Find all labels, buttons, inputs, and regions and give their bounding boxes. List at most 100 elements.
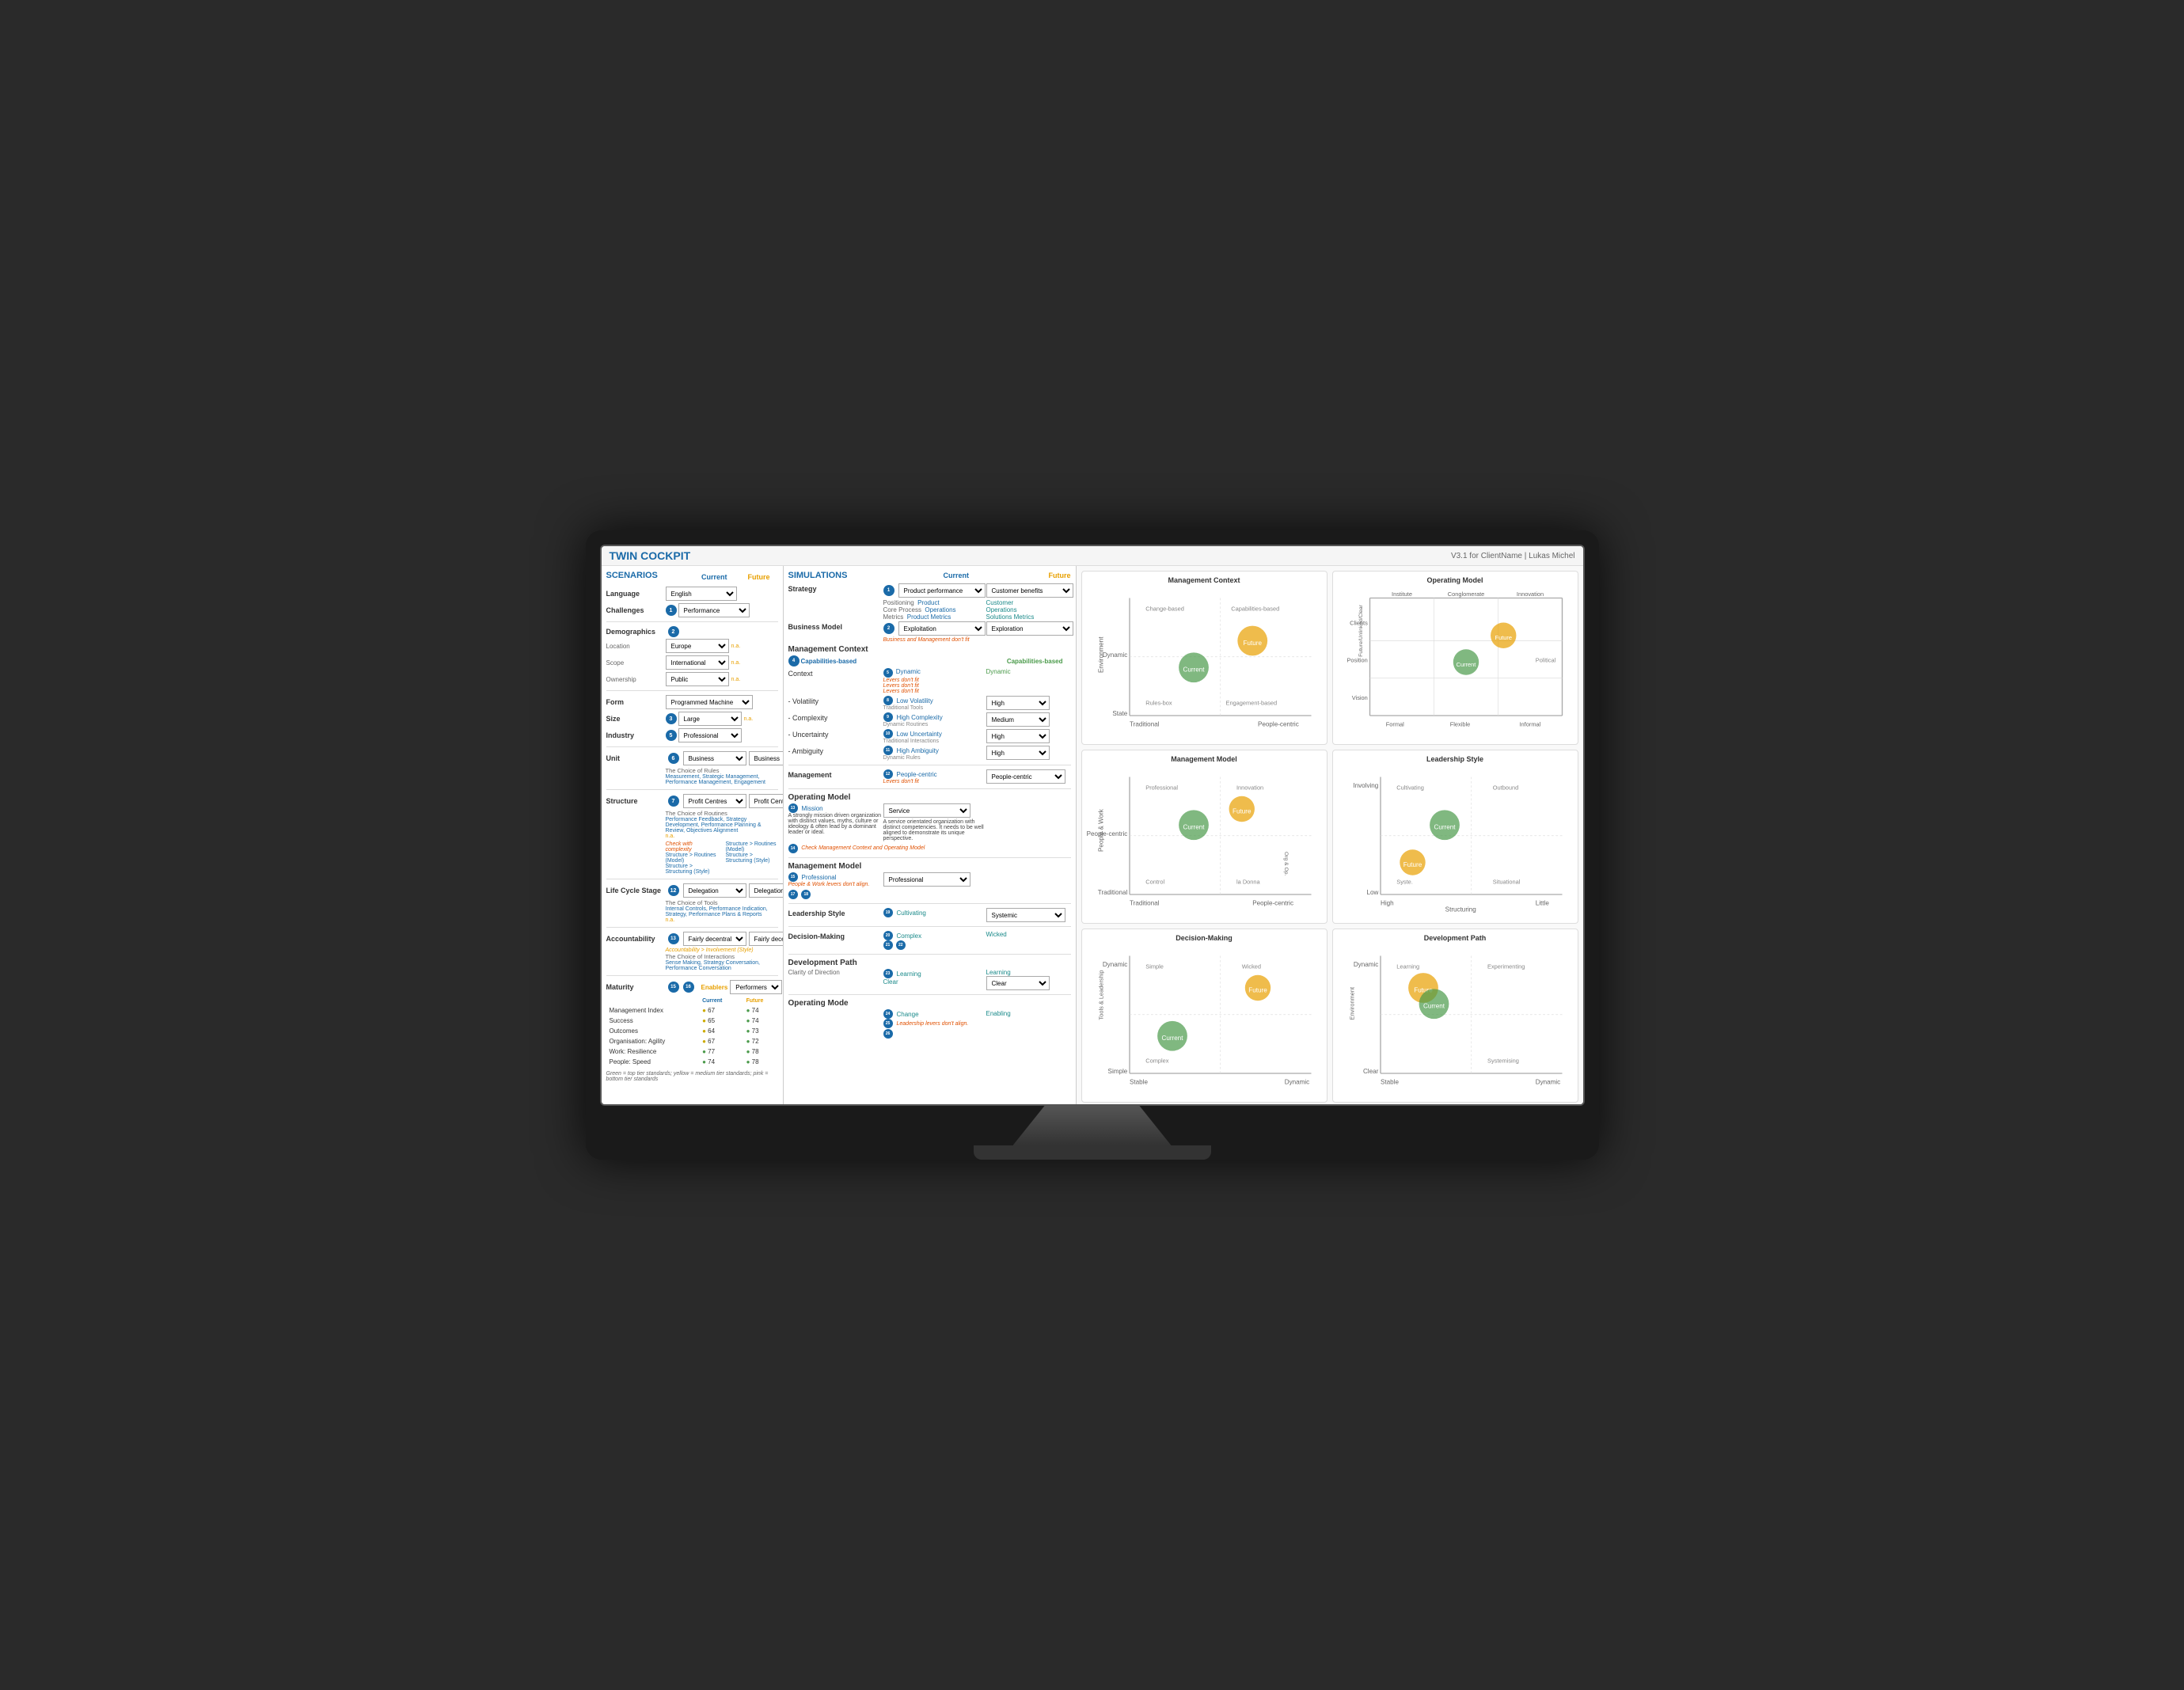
svg-text:Professional: Professional — [1145, 784, 1178, 792]
svg-text:Current: Current — [1423, 1003, 1445, 1010]
maturity-row-2: Outcomes ● 64 ● 73 — [608, 1027, 777, 1035]
strategy-row: Strategy 1 Product performance C — [788, 583, 1071, 598]
leadership-future-select[interactable]: Systemic — [986, 908, 1065, 922]
form-select[interactable]: Programmed Machine — [666, 695, 753, 709]
svg-text:People-centric: People-centric — [1252, 900, 1293, 907]
scenarios-title: SCENARIOS — [606, 571, 658, 580]
mgmt-model-badge17: 17 — [788, 890, 798, 899]
complexity-badge: 9 — [883, 712, 893, 722]
decision-making-chart: Decision-Making Dynamic Simple Stable Dy… — [1081, 929, 1327, 1103]
dev-path-chart-title: Development Path — [1338, 934, 1573, 942]
operating-model-future-select[interactable]: Service — [883, 803, 970, 818]
svg-text:Syste.: Syste. — [1396, 879, 1413, 886]
check11-future: Structure > Structuring (Style) — [726, 853, 778, 864]
demographics-label: Demographics — [606, 628, 666, 636]
svg-text:Formal: Formal — [1385, 721, 1403, 728]
maturity-row-5: People: Speed ● 74 ● 78 — [608, 1058, 777, 1066]
maturity-section: Maturity 15 16 Enablers Performers Cur — [606, 980, 778, 1082]
maturity-row-4: Work: Resilience ● 77 ● 78 — [608, 1047, 777, 1056]
unit-future-select[interactable]: Business — [749, 751, 784, 765]
business-model-future-select[interactable]: Exploration — [986, 621, 1073, 636]
unit-current-select[interactable]: Business — [683, 751, 746, 765]
location-row: Location Europe n.a. — [606, 639, 778, 653]
svg-text:High: High — [1381, 900, 1394, 907]
management-model-future-select[interactable]: Professional — [883, 872, 970, 887]
maturity-future-select[interactable]: Performers — [730, 980, 782, 994]
management-model-group: Management Model — [788, 862, 1071, 871]
check10: Structure > Routines (Model) — [666, 853, 718, 864]
management-model-chart: Management Model People-centric Traditio… — [1081, 750, 1327, 924]
industry-select[interactable]: Professional — [678, 728, 742, 742]
svg-text:Situational: Situational — [1492, 879, 1520, 886]
svg-text:Dynamic: Dynamic — [1353, 961, 1377, 968]
simulations-panel: SIMULATIONS Current Future Strategy 1 — [784, 566, 1077, 1104]
uncertainty-future-select[interactable]: High — [986, 729, 1050, 743]
management-levers-warn: Levers don't fit — [883, 779, 986, 784]
structure-badge: 7 — [668, 796, 679, 807]
svg-text:Capabilities-based: Capabilities-based — [1231, 606, 1279, 613]
svg-text:Dynamic: Dynamic — [1535, 1079, 1559, 1086]
development-path-svg: Dynamic Clear Stable Dynamic Environment… — [1338, 945, 1573, 1095]
lifecycle-label: Life Cycle Stage — [606, 887, 666, 894]
accountability-badge13: 13 — [668, 933, 679, 944]
structure-current-select[interactable]: Profit Centres — [683, 794, 746, 808]
size-label: Size — [606, 715, 666, 723]
svg-text:la Donna: la Donna — [1236, 879, 1261, 886]
management-future-select[interactable]: People-centric — [986, 769, 1065, 784]
ambiguity-future-select[interactable]: High — [986, 746, 1050, 760]
svg-text:Current: Current — [1456, 661, 1476, 668]
svg-text:Stable: Stable — [1381, 1079, 1399, 1086]
mgmt-context-current-val: Capabilities-based — [801, 658, 857, 665]
complexity-future-select[interactable]: Medium — [986, 712, 1050, 727]
strategy-future-select[interactable]: Customer benefits — [986, 583, 1073, 598]
dev-path-row: Clarity of Direction 23 Learning Clear L… — [788, 969, 1071, 990]
lifecycle-badge: 12 — [668, 885, 679, 896]
sim-col-future: Future — [1049, 572, 1071, 579]
leadership-row: Leadership Style 19 Cultivating Systemic — [788, 908, 1071, 922]
dev-path-future-select[interactable]: Clear — [986, 976, 1050, 990]
unit-section: Unit 6 Business Business Th — [606, 751, 778, 785]
scope-select[interactable]: International — [666, 655, 729, 670]
mgmt-context-group: Management Context — [788, 645, 1071, 654]
business-model-current-select[interactable]: Exploitation — [898, 621, 986, 636]
svg-text:Informal: Informal — [1519, 721, 1540, 728]
lifecycle-current-select[interactable]: Delegation — [683, 883, 746, 898]
volatility-future-select[interactable]: High — [986, 696, 1050, 710]
maturity-label: Maturity — [606, 983, 666, 991]
dev-path-group: Development Path — [788, 959, 1071, 967]
business-model-row: Business Model 2 Exploitation Ex — [788, 621, 1071, 636]
charts-panel: Management Context Dynamic State Tr — [1077, 566, 1583, 1104]
op-model-chart-title: Operating Model — [1338, 576, 1573, 584]
unit-badge: 6 — [668, 753, 679, 764]
maturity-row-0: Management Index ● 67 ● 74 — [608, 1006, 777, 1015]
location-select[interactable]: Europe — [666, 639, 729, 653]
leadership-style-svg: Involving Low High Little Cultivating Ou… — [1338, 766, 1573, 916]
lifecycle-future-select[interactable]: Delegation — [749, 883, 784, 898]
svg-text:Future: Future — [1243, 640, 1262, 647]
svg-text:Experimenting: Experimenting — [1487, 963, 1525, 970]
challenges-select[interactable]: Performance — [678, 603, 750, 617]
context-future: Dynamic — [986, 668, 1011, 675]
size-select[interactable]: Large — [678, 712, 742, 726]
maturity-row-3: Organisation: Agility ● 67 ● 72 — [608, 1037, 777, 1046]
simulations-title: SIMULATIONS — [788, 571, 848, 580]
svg-text:Structuring: Structuring — [1445, 906, 1476, 913]
accountability-future-select[interactable]: Fairly decentral — [749, 932, 784, 946]
svg-text:Learning: Learning — [1396, 963, 1419, 970]
maturity-enablers: Enablers — [701, 984, 728, 991]
structure-subtext: Performance Feedback, Strategy Developme… — [606, 817, 778, 834]
accountability-current-select[interactable]: Fairly decentral — [683, 932, 746, 946]
decision-making-label: Decision-Making — [788, 931, 883, 940]
strategy-current-select[interactable]: Product performance — [898, 583, 986, 598]
language-select[interactable]: English — [666, 587, 737, 601]
svg-text:Environment: Environment — [1348, 987, 1355, 1020]
industry-badge: 5 — [666, 730, 677, 741]
operating-model-svg: Institute Conglomerate Innovation Client… — [1338, 587, 1573, 737]
dev-path-badge: 23 — [883, 969, 893, 978]
svg-text:Traditional: Traditional — [1097, 889, 1127, 896]
context-badge5: 5 — [883, 668, 893, 678]
language-row: Language English — [606, 587, 778, 601]
structure-future-select[interactable]: Profit Centres — [749, 794, 784, 808]
ownership-select[interactable]: Public — [666, 672, 729, 686]
dm-badge20: 20 — [883, 931, 893, 940]
